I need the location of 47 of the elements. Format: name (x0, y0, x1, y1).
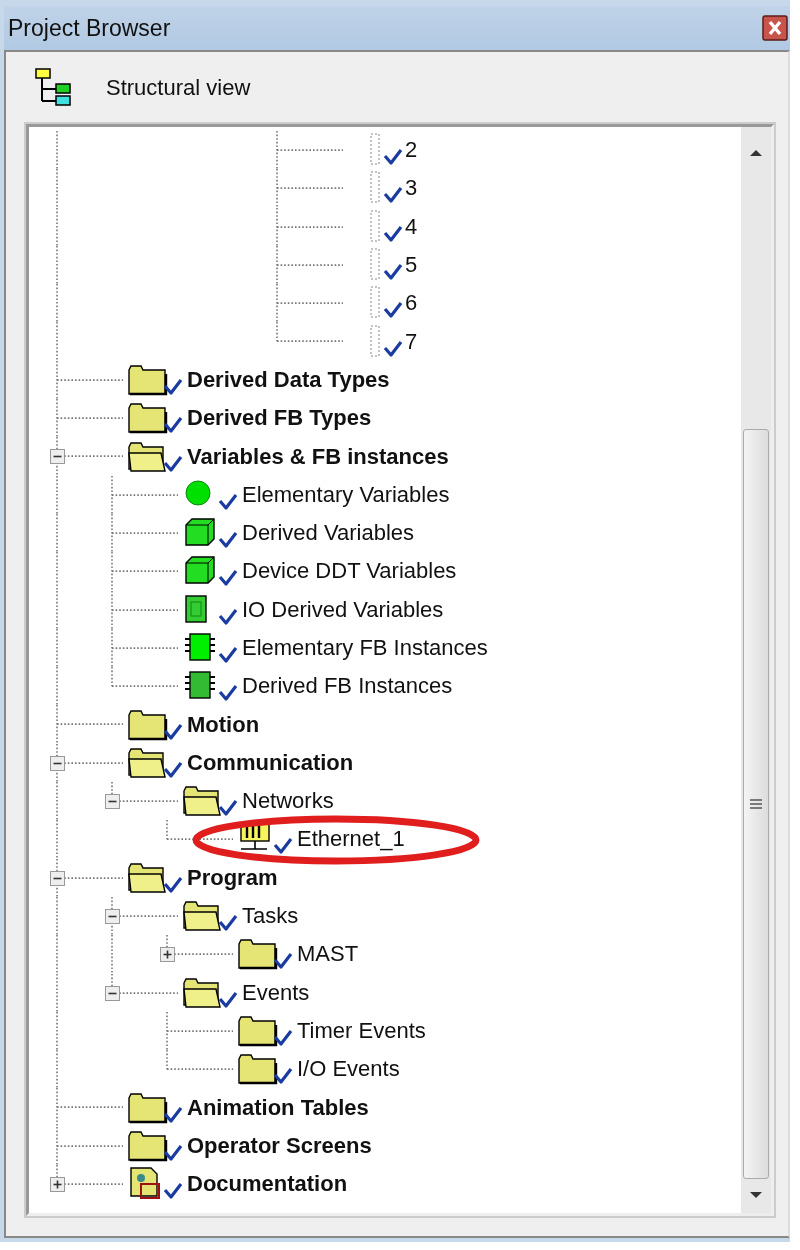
tree-item-label[interactable]: 2 (405, 137, 418, 164)
tree-item-label[interactable]: Elementary FB Instances (242, 635, 488, 661)
tree-item-label[interactable]: Communication (187, 749, 354, 776)
chip-icon (182, 630, 240, 666)
grip-icon (749, 799, 763, 809)
tree-item-label[interactable]: Device DDT Variables (242, 558, 457, 585)
scroll-down-icon[interactable] (749, 1191, 763, 1199)
tree-item-label[interactable]: Program (187, 864, 278, 891)
scroll-up-icon[interactable] (749, 149, 763, 157)
collapse-icon[interactable] (105, 794, 120, 810)
tree-item-label[interactable]: Derived Variables (242, 520, 414, 547)
tree-item-label[interactable]: Documentation (187, 1171, 348, 1198)
collapse-icon[interactable] (50, 449, 65, 465)
tree-item-label[interactable]: Events (242, 979, 310, 1006)
view-label: Structural view (106, 75, 251, 101)
tree-item-label[interactable]: Networks (242, 788, 334, 815)
window-title: Project Browser (8, 14, 171, 42)
tree-item-label[interactable]: Derived Data Types (187, 366, 390, 393)
collapse-icon[interactable] (50, 755, 65, 771)
collapse-icon[interactable] (105, 985, 120, 1001)
tree-item-label[interactable]: Animation Tables (187, 1094, 369, 1121)
collapse-icon[interactable] (50, 870, 65, 886)
tree-item-label[interactable]: 7 (405, 328, 418, 355)
connector-line (56, 399, 124, 439)
tree-item-label[interactable]: 6 (405, 290, 418, 317)
tree-item-label[interactable]: Tasks (242, 903, 299, 930)
tree-item-label[interactable]: Variables & FB instances (187, 443, 449, 470)
tree-item-label[interactable]: IO Derived Variables (242, 596, 444, 623)
tree-item-label[interactable]: Elementary Variables (242, 481, 450, 508)
tree-item-label[interactable]: 3 (405, 175, 418, 202)
tree-item-label[interactable]: Derived FB Types (187, 405, 372, 432)
tree-item-label[interactable]: I/O Events (297, 1056, 400, 1083)
tree-item-label[interactable]: MAST (297, 941, 359, 968)
close-icon[interactable] (762, 15, 788, 41)
tree-item-label[interactable]: 5 (405, 252, 418, 279)
tree-item-label[interactable]: Operator Screens (187, 1132, 372, 1159)
collapse-icon[interactable] (105, 908, 120, 924)
tree-item-label[interactable]: Motion (187, 711, 260, 738)
expand-icon[interactable] (50, 1177, 65, 1192)
tree-item-label[interactable]: Timer Events (297, 1017, 426, 1044)
scrollbar[interactable] (741, 127, 771, 1213)
element-icon (369, 208, 403, 245)
tree-item-label[interactable]: 4 (405, 213, 418, 240)
tree-item-label[interactable]: Derived FB Instances (242, 673, 453, 700)
scroll-thumb[interactable] (743, 429, 769, 1179)
expand-icon[interactable] (160, 947, 175, 963)
element-icon (369, 323, 403, 360)
